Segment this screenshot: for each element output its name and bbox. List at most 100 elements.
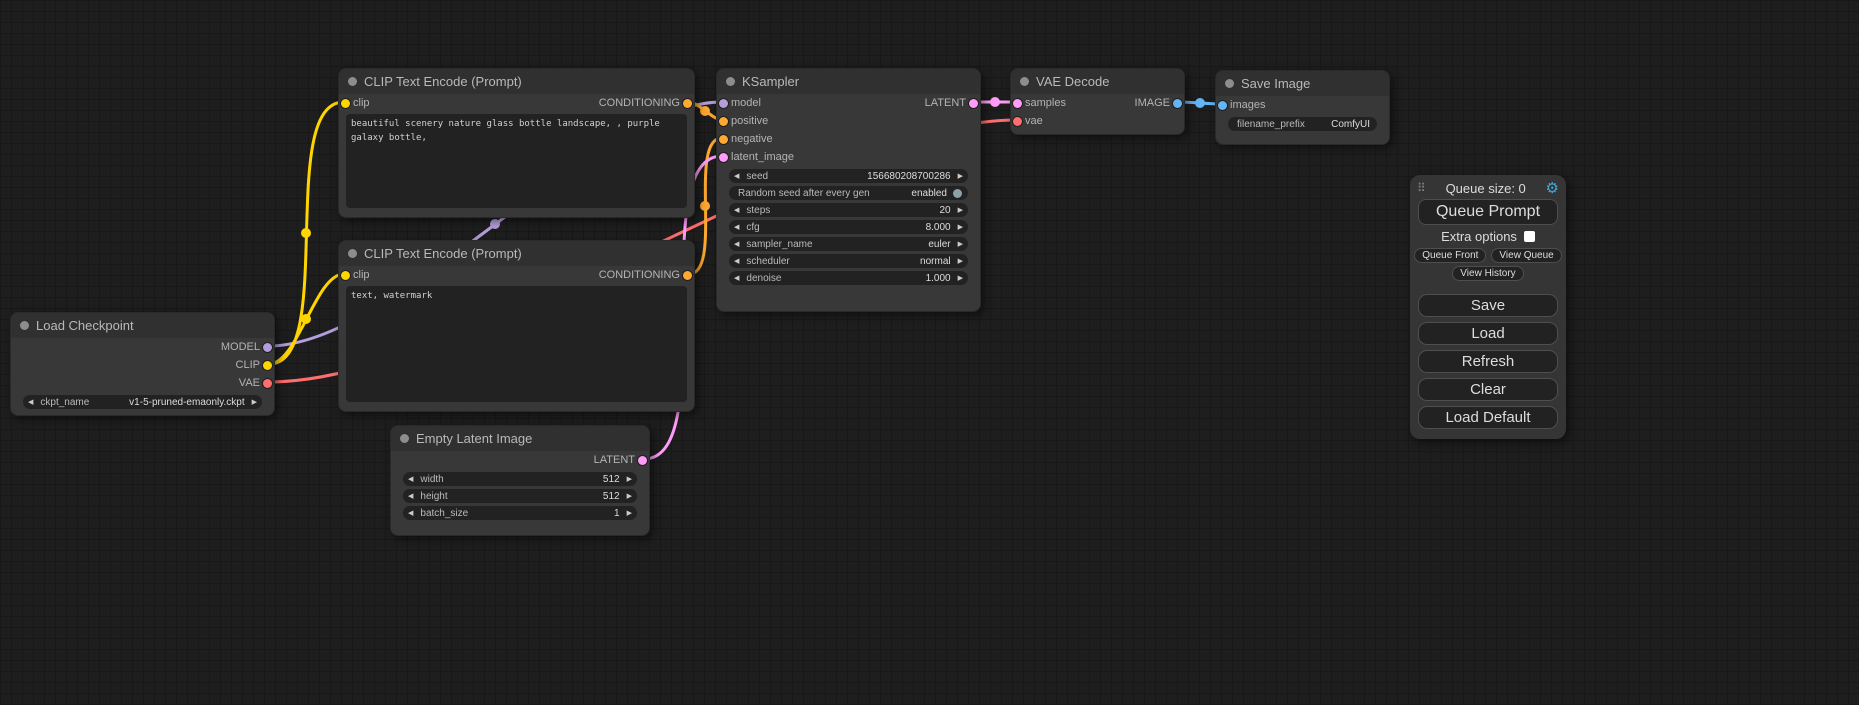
clear-button[interactable]: Clear [1418, 378, 1558, 401]
widget-ckpt-name[interactable]: ◀ ckpt_name v1-5-pruned-emaonly.ckpt ▶ [23, 395, 262, 409]
node-vae-decode[interactable]: VAE Decode samples IMAGE vae [1010, 68, 1185, 135]
slot-dot-images[interactable] [1218, 101, 1227, 110]
positive-prompt-textarea[interactable]: beautiful scenery nature glass bottle la… [346, 114, 687, 208]
node-title-bar[interactable]: Load Checkpoint [11, 313, 274, 338]
slot-dot-vae[interactable] [1013, 117, 1022, 126]
slot-dot-image[interactable] [1173, 99, 1182, 108]
node-title-bar[interactable]: Empty Latent Image [391, 426, 649, 451]
graph-canvas[interactable]: Load Checkpoint MODEL CLIP VAE ◀ ckpt_na… [0, 0, 1859, 705]
arrow-left-icon[interactable]: ◀ [408, 510, 413, 517]
view-history-button[interactable]: View History [1452, 266, 1523, 281]
collapse-toggle-icon[interactable] [348, 77, 357, 86]
slot-label: CONDITIONING [599, 269, 680, 281]
node-clip-text-encode-negative[interactable]: CLIP Text Encode (Prompt) clip CONDITION… [338, 240, 695, 412]
negative-prompt-textarea[interactable]: text, watermark [346, 286, 687, 402]
widget-sampler-name[interactable]: ◀ sampler_name euler ▶ [729, 237, 968, 251]
collapse-toggle-icon[interactable] [20, 321, 29, 330]
slot-dot-conditioning[interactable] [683, 99, 692, 108]
arrow-left-icon[interactable]: ◀ [734, 173, 739, 180]
widget-cfg[interactable]: ◀ cfg 8.000 ▶ [729, 220, 968, 234]
load-button[interactable]: Load [1418, 322, 1558, 345]
node-title: VAE Decode [1036, 74, 1109, 89]
slot-dot-latent[interactable] [969, 99, 978, 108]
arrow-right-icon[interactable]: ▶ [958, 241, 963, 248]
widget-width[interactable]: ◀ width 512 ▶ [403, 472, 637, 486]
output-slot-latent: LATENT [391, 451, 649, 469]
arrow-right-icon[interactable]: ▶ [958, 173, 963, 180]
widget-steps[interactable]: ◀ steps 20 ▶ [729, 203, 968, 217]
widget-scheduler[interactable]: ◀ scheduler normal ▶ [729, 254, 968, 268]
widget-height[interactable]: ◀ height 512 ▶ [403, 489, 637, 503]
slot-dot-model[interactable] [263, 343, 272, 352]
widget-name: ckpt_name [40, 397, 123, 408]
arrow-left-icon[interactable]: ◀ [734, 241, 739, 248]
slot-dot-latent[interactable] [638, 456, 647, 465]
collapse-toggle-icon[interactable] [348, 249, 357, 258]
toggle-dot-icon[interactable] [953, 189, 962, 198]
drag-handle-icon[interactable]: ⠿ [1417, 181, 1426, 195]
settings-gear-icon[interactable]: ⚙ [1546, 181, 1559, 196]
slot-dot-clip[interactable] [263, 361, 272, 370]
arrow-left-icon[interactable]: ◀ [734, 207, 739, 214]
input-slot-positive: positive [717, 112, 980, 130]
arrow-right-icon[interactable]: ▶ [627, 493, 632, 500]
widget-filename-prefix[interactable]: filename_prefix ComfyUI [1228, 117, 1377, 131]
node-title-bar[interactable]: Save Image [1216, 71, 1389, 96]
collapse-toggle-icon[interactable] [1225, 79, 1234, 88]
node-title-bar[interactable]: CLIP Text Encode (Prompt) [339, 241, 694, 266]
slot-dot-conditioning[interactable] [719, 117, 728, 126]
queue-buttons-row: Queue Front View Queue [1410, 248, 1566, 263]
arrow-left-icon[interactable]: ◀ [408, 493, 413, 500]
widget-seed[interactable]: ◀ seed 156680208700286 ▶ [729, 169, 968, 183]
arrow-left-icon[interactable]: ◀ [28, 399, 33, 406]
output-slot-vae: VAE [11, 374, 274, 392]
node-save-image[interactable]: Save Image images filename_prefix ComfyU… [1215, 70, 1390, 145]
arrow-right-icon[interactable]: ▶ [252, 399, 257, 406]
extra-options-checkbox[interactable] [1524, 231, 1535, 242]
slot-label: model [731, 97, 761, 109]
node-empty-latent-image[interactable]: Empty Latent Image LATENT ◀ width 512 ▶ … [390, 425, 650, 536]
widget-value: v1-5-pruned-emaonly.ckpt [129, 397, 244, 408]
widget-denoise[interactable]: ◀ denoise 1.000 ▶ [729, 271, 968, 285]
node-ksampler[interactable]: KSampler model LATENT positive negative … [716, 68, 981, 312]
arrow-right-icon[interactable]: ▶ [627, 476, 632, 483]
load-default-button[interactable]: Load Default [1418, 406, 1558, 429]
widget-random-seed-toggle[interactable]: Random seed after every gen enabled [729, 186, 968, 200]
slot-dot-vae[interactable] [263, 379, 272, 388]
slot-dot-latent[interactable] [719, 153, 728, 162]
save-button[interactable]: Save [1418, 294, 1558, 317]
arrow-left-icon[interactable]: ◀ [734, 224, 739, 231]
slot-label: clip [353, 97, 370, 109]
arrow-left-icon[interactable]: ◀ [408, 476, 413, 483]
refresh-button[interactable]: Refresh [1418, 350, 1558, 373]
slot-label: negative [731, 133, 773, 145]
arrow-right-icon[interactable]: ▶ [958, 224, 963, 231]
arrow-left-icon[interactable]: ◀ [734, 275, 739, 282]
node-clip-text-encode-positive[interactable]: CLIP Text Encode (Prompt) clip CONDITION… [338, 68, 695, 218]
slot-dot-model[interactable] [719, 99, 728, 108]
collapse-toggle-icon[interactable] [726, 77, 735, 86]
view-queue-button[interactable]: View Queue [1491, 248, 1561, 263]
slot-dot-clip[interactable] [341, 271, 350, 280]
slot-label: MODEL [221, 341, 260, 353]
arrow-right-icon[interactable]: ▶ [958, 258, 963, 265]
slot-dot-conditioning[interactable] [719, 135, 728, 144]
collapse-toggle-icon[interactable] [400, 434, 409, 443]
widget-batch-size[interactable]: ◀ batch_size 1 ▶ [403, 506, 637, 520]
queue-front-button[interactable]: Queue Front [1414, 248, 1486, 263]
slot-dot-conditioning[interactable] [683, 271, 692, 280]
arrow-right-icon[interactable]: ▶ [627, 510, 632, 517]
slot-label: VAE [239, 377, 260, 389]
slot-dot-samples[interactable] [1013, 99, 1022, 108]
node-load-checkpoint[interactable]: Load Checkpoint MODEL CLIP VAE ◀ ckpt_na… [10, 312, 275, 416]
node-title-bar[interactable]: VAE Decode [1011, 69, 1184, 94]
slot-dot-clip[interactable] [341, 99, 350, 108]
queue-prompt-button[interactable]: Queue Prompt [1418, 199, 1558, 225]
arrow-right-icon[interactable]: ▶ [958, 275, 963, 282]
arrow-right-icon[interactable]: ▶ [958, 207, 963, 214]
node-title-bar[interactable]: KSampler [717, 69, 980, 94]
arrow-left-icon[interactable]: ◀ [734, 258, 739, 265]
collapse-toggle-icon[interactable] [1020, 77, 1029, 86]
widget-value: 20 [939, 205, 950, 216]
node-title-bar[interactable]: CLIP Text Encode (Prompt) [339, 69, 694, 94]
